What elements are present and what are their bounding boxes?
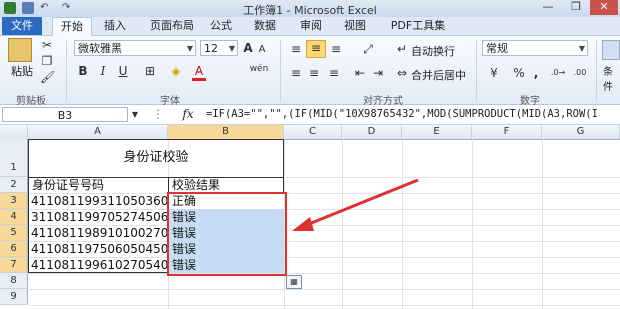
annotation-arrow-icon: [292, 178, 419, 231]
